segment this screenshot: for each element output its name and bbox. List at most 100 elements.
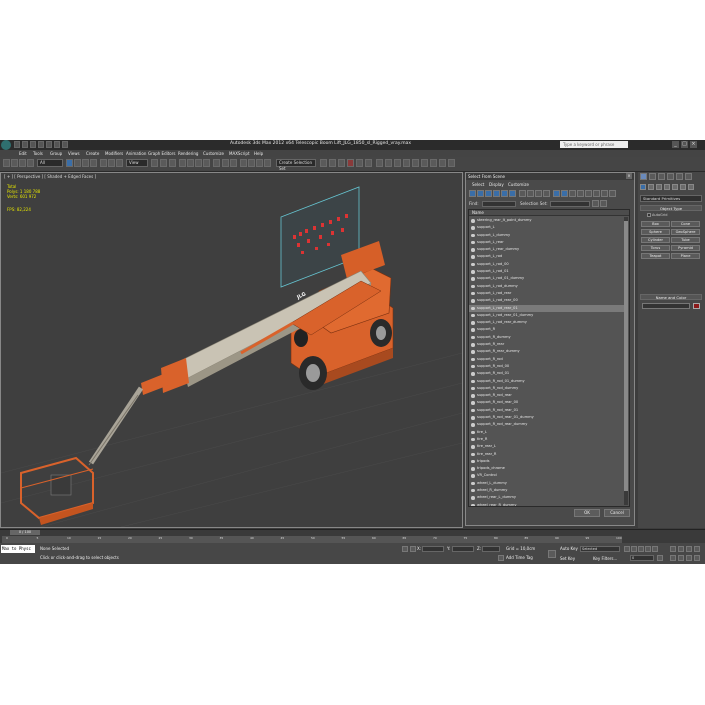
dialog-menu-select[interactable]: Select <box>472 181 484 188</box>
object-list-item[interactable]: support_L_rear <box>469 239 625 246</box>
object-list-item[interactable]: support_R_rod_rear_dummy <box>469 421 625 428</box>
pivot-center-icon[interactable] <box>151 159 158 167</box>
object-list-item[interactable]: support_R_dummy <box>469 334 625 341</box>
display-helpers-icon[interactable] <box>501 190 508 197</box>
object-type-rollout[interactable]: Object Type <box>640 205 702 211</box>
select-manipulate-icon[interactable] <box>160 159 167 167</box>
keyboard-shortcut-override-icon[interactable] <box>169 159 176 167</box>
field-of-view-icon[interactable] <box>670 555 676 561</box>
spinner-snap-icon[interactable] <box>203 159 210 167</box>
object-list-item[interactable]: support_R_rod_rear_01_dummy <box>469 414 625 421</box>
lock-selection-icon[interactable] <box>402 546 408 552</box>
display-lights-icon[interactable] <box>485 190 492 197</box>
percent-snap-icon[interactable] <box>195 159 202 167</box>
cancel-button[interactable]: Cancel <box>604 509 630 517</box>
unlink-icon[interactable] <box>19 159 26 167</box>
link-icon[interactable] <box>11 159 18 167</box>
object-list-item[interactable]: support_R_rod_dummy <box>469 385 625 392</box>
zoom-icon[interactable] <box>670 546 676 552</box>
key-filters-button[interactable]: Key Filters... <box>593 556 617 561</box>
object-list-item[interactable]: support_R_rod <box>469 356 625 363</box>
menu-help[interactable]: Help <box>254 150 263 157</box>
environment-icon[interactable] <box>385 159 392 167</box>
undo-icon[interactable] <box>3 159 10 167</box>
display-xrefs-icon[interactable] <box>527 190 534 197</box>
select-none-icon[interactable] <box>561 190 568 197</box>
align-icon[interactable] <box>230 159 237 167</box>
object-list-item[interactable]: support_L_rod_00 <box>469 261 625 268</box>
zoom-all-icon[interactable] <box>678 546 684 552</box>
systems-icon[interactable] <box>688 184 694 190</box>
object-list-item[interactable]: wheel_R_dummy <box>469 487 625 494</box>
pan-icon[interactable] <box>678 555 684 561</box>
cylinder-button[interactable]: Cylinder <box>641 237 670 243</box>
z-coord-field[interactable] <box>482 546 500 552</box>
list-scrollbar[interactable] <box>624 217 628 505</box>
current-frame-field[interactable]: 0 <box>630 555 654 561</box>
zoom-extents-icon[interactable] <box>686 546 692 552</box>
save-file-icon[interactable] <box>30 141 36 148</box>
ok-button[interactable]: OK <box>574 509 600 517</box>
object-list-item[interactable]: VR_Control <box>469 472 625 479</box>
activeshade-icon[interactable] <box>365 159 372 167</box>
vray-settings-icon[interactable] <box>421 159 428 167</box>
key-mode-dropdown[interactable]: Selected <box>580 546 620 552</box>
time-configuration-icon[interactable] <box>657 555 663 561</box>
object-list-item[interactable]: support_L_rod_01 <box>469 268 625 275</box>
box-button[interactable]: Box <box>641 221 670 227</box>
orbit-icon[interactable] <box>686 555 692 561</box>
time-tag-icon[interactable] <box>498 555 504 561</box>
maxscript-listener-mini[interactable]: Max to Physc <box>1 545 35 553</box>
helpers-icon[interactable] <box>672 184 678 190</box>
menu-graph-editors[interactable]: Graph Editors <box>148 150 175 157</box>
display-tab-icon[interactable] <box>676 173 683 180</box>
object-list-item[interactable]: support_R_rod_01_dummy <box>469 378 625 385</box>
display-groups-icon[interactable] <box>519 190 526 197</box>
selection-set-options-icon[interactable] <box>592 200 599 207</box>
plane-button[interactable]: Plane <box>671 253 700 259</box>
auto-key-button[interactable]: Auto Key <box>560 546 578 551</box>
object-list-item[interactable]: tire_R <box>469 436 625 443</box>
object-list-item[interactable]: support_L_dummy <box>469 232 625 239</box>
autogrid-checkbox[interactable] <box>647 213 651 217</box>
render-to-texture-icon[interactable] <box>403 159 410 167</box>
fetch-icon[interactable] <box>62 141 68 148</box>
display-shapes-icon[interactable] <box>477 190 484 197</box>
menu-modifiers[interactable]: Modifiers <box>105 150 123 157</box>
absolute-mode-icon[interactable] <box>410 546 416 552</box>
select-rotate-icon[interactable] <box>108 159 115 167</box>
angle-snap-icon[interactable] <box>187 159 194 167</box>
object-list-item[interactable]: tire_rear_L <box>469 443 625 450</box>
selection-filter-dropdown[interactable]: All <box>37 159 63 167</box>
name-and-color-rollout[interactable]: Name and Color <box>640 294 702 300</box>
camera-icon[interactable] <box>430 159 437 167</box>
reference-coordinate-dropdown[interactable]: View <box>126 159 148 167</box>
dialog-close-button[interactable]: × <box>626 173 632 179</box>
find-input[interactable] <box>482 201 516 207</box>
named-selection-set-dropdown[interactable]: Create Selection Set <box>276 159 316 171</box>
create-tab-icon[interactable] <box>640 173 647 180</box>
zoom-extents-all-icon[interactable] <box>694 546 700 552</box>
object-list-item[interactable]: support_L_rod_rear_01 <box>469 304 625 312</box>
pyramid-button[interactable]: Pyramid <box>671 245 700 251</box>
object-list-item[interactable]: support_R_rear_dummy <box>469 348 625 355</box>
close-window-button[interactable]: × <box>690 141 697 148</box>
next-frame-icon[interactable] <box>645 546 651 552</box>
select-all-icon[interactable] <box>553 190 560 197</box>
geometry-icon[interactable] <box>640 184 646 190</box>
render-iterative-icon[interactable] <box>356 159 363 167</box>
primitive-category-dropdown[interactable]: Standard Primitives <box>640 195 702 202</box>
object-list-item[interactable]: support_R_rod_01 <box>469 370 625 377</box>
minimize-button[interactable]: _ <box>672 141 679 148</box>
select-move-icon[interactable] <box>100 159 107 167</box>
utilities-tab-icon[interactable] <box>685 173 692 180</box>
track-bar-ruler[interactable]: 0 5 10 15 20 25 30 35 40 45 50 55 60 65 70 75 80 85 90 95 10… <box>2 536 622 543</box>
play-icon[interactable] <box>638 546 644 552</box>
selection-set-add-icon[interactable] <box>600 200 607 207</box>
torus-button[interactable]: Torus <box>641 245 670 251</box>
snaps-toggle-icon[interactable] <box>179 159 186 167</box>
maximize-button[interactable]: □ <box>681 141 688 148</box>
cone-button[interactable]: Cone <box>671 221 700 227</box>
keyword-search-input[interactable]: Type a keyword or phrase <box>560 141 628 148</box>
teapot-button[interactable]: Teapot <box>641 253 670 259</box>
